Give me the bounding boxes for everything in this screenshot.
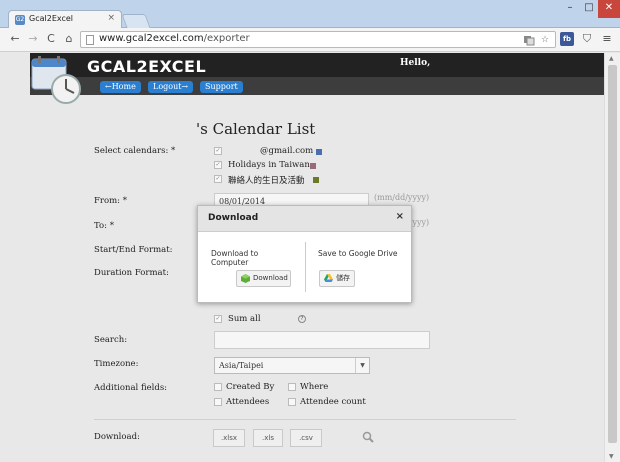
support-button[interactable]: Support bbox=[200, 81, 243, 93]
translate-icon[interactable] bbox=[523, 34, 535, 46]
timezone-value: Asia/Taipei bbox=[219, 361, 264, 370]
page-title: 's Calendar List bbox=[196, 120, 316, 138]
start-end-format-label: Start/End Format: bbox=[94, 245, 173, 255]
address-bar[interactable]: www.gcal2excel.com/exporter ☆ bbox=[80, 31, 556, 48]
brand-logo[interactable]: GCAL2EXCEL bbox=[87, 57, 206, 76]
url-text[interactable]: www.gcal2excel.com/exporter bbox=[99, 33, 250, 44]
shield-extension-icon[interactable]: ⛉ bbox=[580, 32, 594, 46]
calendar-checkbox[interactable]: ✓ bbox=[214, 175, 222, 183]
download-dialog: Download × Download to Computer Save to … bbox=[197, 205, 412, 303]
browser-tab[interactable]: G2 Gcal2Excel × bbox=[8, 10, 122, 29]
download-to-computer-label: Download to Computer bbox=[211, 249, 259, 267]
page-icon bbox=[86, 35, 94, 45]
attendee-count-label: Attendee count bbox=[300, 397, 366, 407]
attendees-label: Attendees bbox=[226, 397, 270, 407]
duration-format-label: Duration Format: bbox=[94, 268, 169, 278]
sum-all-checkbox[interactable]: ✓ bbox=[214, 315, 222, 323]
download-box-icon bbox=[241, 274, 250, 283]
back-icon[interactable]: ← bbox=[8, 32, 22, 46]
created-by-checkbox[interactable] bbox=[214, 383, 222, 391]
sum-all-label: Sum all bbox=[228, 314, 261, 324]
dialog-header: Download × bbox=[198, 206, 411, 232]
url-host: www.gcal2excel.com bbox=[99, 33, 204, 44]
minimize-button[interactable]: – bbox=[560, 0, 580, 18]
facebook-extension-icon[interactable]: fb bbox=[560, 32, 574, 46]
window-close-button[interactable]: ✕ bbox=[598, 0, 620, 18]
help-icon[interactable]: ? bbox=[298, 315, 306, 323]
home-icon[interactable]: ⌂ bbox=[62, 32, 76, 46]
download-xlsx-button[interactable]: .xlsx bbox=[213, 429, 245, 447]
divider bbox=[94, 419, 516, 420]
calendar-name: Holidays in Taiwan bbox=[228, 160, 310, 170]
scroll-up-icon[interactable]: ▲ bbox=[609, 55, 614, 62]
calendar-name: @gmail.com bbox=[260, 146, 314, 156]
additional-fields-label: Additional fields: bbox=[94, 383, 168, 393]
save-to-drive-label: Save to Google Drive bbox=[318, 249, 398, 258]
browser-titlebar: G2 Gcal2Excel × – □ ✕ bbox=[0, 0, 620, 29]
from-label: From: * bbox=[94, 196, 127, 206]
where-checkbox[interactable] bbox=[288, 383, 296, 391]
forward-icon[interactable]: → bbox=[26, 32, 40, 46]
dialog-title: Download bbox=[208, 213, 259, 223]
bookmark-star-icon[interactable]: ☆ bbox=[539, 34, 551, 46]
favicon-icon: G2 bbox=[15, 15, 25, 25]
new-tab-button[interactable] bbox=[121, 14, 151, 28]
where-label: Where bbox=[300, 382, 329, 392]
chrome-menu-icon[interactable]: ≡ bbox=[600, 32, 614, 46]
timezone-select[interactable]: Asia/Taipei ▼ bbox=[214, 357, 370, 374]
scroll-down-icon[interactable]: ▼ bbox=[609, 453, 614, 460]
calendar-checkbox[interactable]: ✓ bbox=[214, 147, 222, 155]
timezone-label: Timezone: bbox=[94, 359, 139, 369]
greeting: Hello, bbox=[400, 58, 431, 68]
download-csv-button[interactable]: .csv bbox=[290, 429, 322, 447]
search-icon[interactable] bbox=[362, 431, 374, 443]
calendar-color-swatch bbox=[313, 177, 319, 183]
download-xls-button[interactable]: .xls bbox=[253, 429, 283, 447]
created-by-label: Created By bbox=[226, 382, 275, 392]
page-viewport: GCAL2EXCEL Hello, ←Home Logout→ Support … bbox=[0, 53, 604, 462]
tab-close-icon[interactable]: × bbox=[107, 13, 115, 23]
scrollbar-thumb[interactable] bbox=[608, 65, 617, 443]
from-date-hint: (mm/dd/yyyy) bbox=[374, 193, 430, 202]
calendar-color-swatch bbox=[310, 163, 316, 169]
google-drive-icon bbox=[324, 274, 333, 283]
attendees-checkbox[interactable] bbox=[214, 398, 222, 406]
logout-button[interactable]: Logout→ bbox=[148, 81, 194, 93]
calendar-name: 聯絡人的生日及活動 bbox=[228, 176, 305, 186]
home-button[interactable]: ←Home bbox=[100, 81, 141, 93]
tab-title: Gcal2Excel bbox=[29, 14, 74, 23]
vertical-scrollbar[interactable]: ▲ ▼ bbox=[604, 53, 620, 462]
calendar-color-swatch bbox=[316, 149, 322, 155]
calendar-checkbox[interactable]: ✓ bbox=[214, 161, 222, 169]
search-label: Search: bbox=[94, 335, 128, 345]
save-to-drive-button-label: 儲存 bbox=[336, 274, 350, 282]
download-button[interactable]: Download bbox=[236, 270, 291, 287]
select-calendars-label: Select calendars: * bbox=[94, 146, 176, 156]
calendar-clock-logo-icon bbox=[30, 55, 86, 105]
search-input[interactable] bbox=[214, 331, 430, 349]
to-label: To: * bbox=[94, 221, 114, 231]
reload-icon[interactable]: C bbox=[44, 32, 58, 46]
close-icon[interactable]: × bbox=[396, 211, 404, 222]
download-label: Download: bbox=[94, 432, 140, 442]
attendee-count-checkbox[interactable] bbox=[288, 398, 296, 406]
dialog-divider bbox=[305, 242, 306, 292]
url-path: /exporter bbox=[203, 33, 250, 44]
download-button-label: Download bbox=[253, 274, 288, 282]
save-to-drive-button[interactable]: 儲存 bbox=[319, 270, 355, 287]
browser-toolbar: ← → C ⌂ www.gcal2excel.com/exporter ☆ fb… bbox=[0, 28, 620, 52]
maximize-button[interactable]: □ bbox=[580, 0, 598, 18]
chevron-down-icon: ▼ bbox=[355, 358, 369, 373]
